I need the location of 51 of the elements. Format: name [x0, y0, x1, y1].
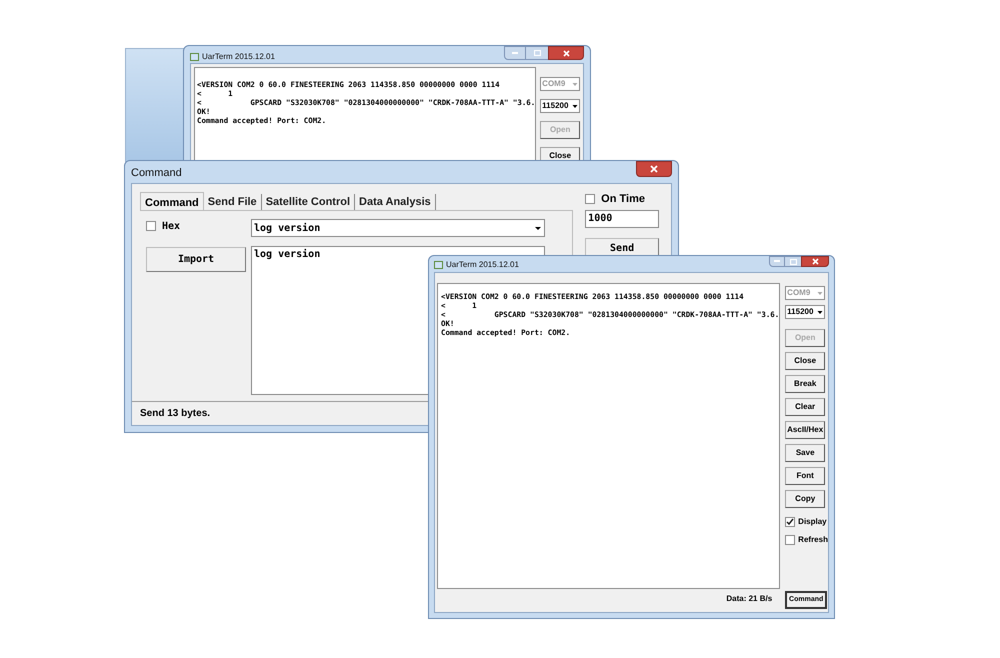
- tab[interactable]: Data Analysis: [355, 194, 436, 210]
- minimize-button[interactable]: [769, 256, 785, 267]
- import-button[interactable]: Import: [146, 247, 246, 272]
- checkbox[interactable]: [146, 221, 156, 231]
- checkbox-label: On Time: [601, 192, 645, 207]
- maximize-icon: [790, 258, 796, 264]
- toolbar-button[interactable]: Close: [785, 352, 826, 370]
- toolbar-button[interactable]: AscII/Hex: [785, 421, 826, 439]
- status-text: Send 13 bytes.: [140, 407, 210, 421]
- checkbox-label: Display: [798, 516, 827, 528]
- checkbox-label: Hex: [162, 220, 180, 234]
- minimize-button[interactable]: [504, 46, 526, 60]
- tab[interactable]: Send File: [204, 194, 262, 210]
- toolbar-button[interactable]: Save: [785, 444, 826, 462]
- close-icon: [812, 258, 818, 265]
- checkbox[interactable]: [785, 535, 796, 545]
- interval-field[interactable]: 1000: [585, 210, 659, 228]
- maximize-button[interactable]: [785, 256, 801, 267]
- toolbar-button[interactable]: Clear: [785, 398, 826, 416]
- checkbox-label: Refresh: [798, 534, 828, 546]
- dropdown-value: 115200: [542, 100, 568, 112]
- minimize-icon: [512, 52, 518, 54]
- close-icon: [650, 165, 658, 173]
- checkmark-icon: [786, 518, 794, 526]
- app-icon: [190, 53, 199, 61]
- close-icon: [562, 50, 570, 56]
- dropdown[interactable]: 115200: [785, 305, 826, 319]
- toolbar-button[interactable]: Break: [785, 375, 826, 393]
- window-title: UarTerm 2015.12.01: [446, 259, 519, 271]
- dropdown[interactable]: 115200: [540, 99, 580, 113]
- toolbar-button[interactable]: Font: [785, 467, 826, 485]
- maximize-button[interactable]: [526, 46, 548, 60]
- maximize-icon: [534, 50, 540, 56]
- dropdown-value: COM9: [787, 287, 810, 299]
- window-title: Command: [131, 166, 182, 181]
- checkbox[interactable]: [785, 517, 796, 527]
- app-icon: [434, 261, 443, 269]
- close-button[interactable]: [801, 256, 829, 267]
- minimize-icon: [774, 260, 780, 263]
- command-dropdown[interactable]: log version: [251, 219, 545, 237]
- tab[interactable]: Command: [140, 192, 204, 210]
- tab[interactable]: Satellite Control: [262, 194, 356, 210]
- close-button[interactable]: [548, 46, 584, 60]
- toolbar-button[interactable]: Copy: [785, 490, 826, 508]
- data-rate: Data: 21 B/s: [726, 593, 772, 605]
- dropdown-value: 115200: [787, 306, 814, 318]
- dropdown-value: COM9: [542, 78, 566, 90]
- window-title: UarTerm 2015.12.01: [202, 51, 275, 63]
- close-button[interactable]: [636, 161, 672, 177]
- dropdown-value: log version: [253, 222, 320, 236]
- checkbox[interactable]: [585, 194, 596, 204]
